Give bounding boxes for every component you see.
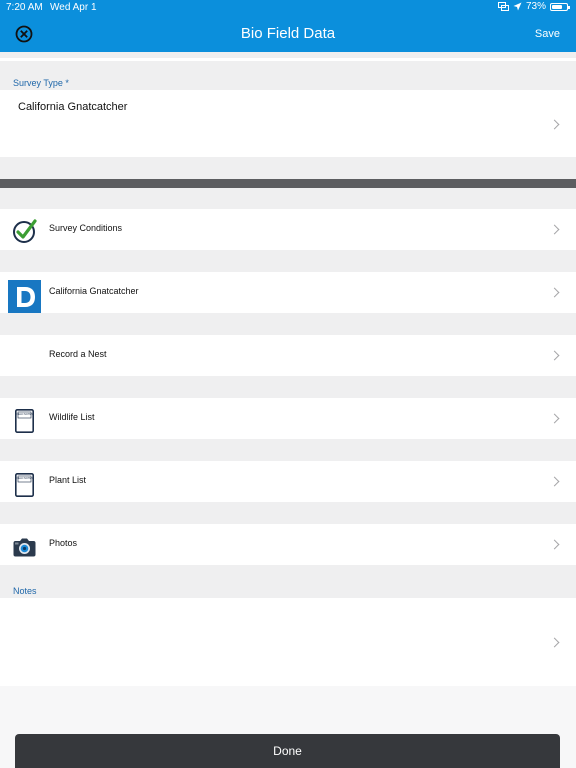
chevron-right-icon — [549, 119, 560, 130]
row-wildlife-list[interactable]: FIELD NOTES Wildlife List — [0, 398, 576, 439]
notes-label: Notes — [13, 586, 37, 596]
notes-field[interactable] — [0, 598, 576, 686]
nav-bar: Bio Field Data Save — [0, 15, 576, 52]
field-notes-text: FIELD NOTES — [16, 412, 33, 416]
row-california-gnatcatcher[interactable]: California Gnatcatcher — [0, 272, 576, 313]
row-label: Survey Conditions — [49, 223, 123, 233]
section-divider — [0, 179, 576, 188]
chevron-right-icon — [549, 637, 560, 648]
chevron-right-icon — [549, 350, 560, 361]
status-right: 73% — [497, 1, 570, 12]
battery-percent: 73% — [525, 1, 546, 12]
status-bar: 7:20 AM Wed Apr 1 73% — [0, 0, 576, 15]
row-record-a-nest[interactable]: Record a Nest — [0, 335, 576, 376]
row-label: Plant List — [49, 475, 87, 485]
save-button[interactable]: Save — [535, 28, 560, 40]
row-plant-list[interactable]: FIELD NOTES Plant List — [0, 461, 576, 502]
field-notes-icon: FIELD NOTES — [15, 473, 34, 497]
row-label: California Gnatcatcher — [49, 286, 139, 296]
location-arrow-icon — [513, 2, 522, 11]
row-photos[interactable]: Photos — [0, 524, 576, 565]
chevron-right-icon — [549, 287, 560, 298]
checkmark-icon — [13, 219, 37, 243]
row-survey-conditions[interactable]: Survey Conditions — [0, 209, 576, 250]
status-date: Wed Apr 1 — [50, 2, 97, 13]
battery-icon — [550, 2, 570, 11]
chevron-right-icon — [549, 476, 560, 487]
row-label: Record a Nest — [49, 349, 107, 359]
screen-mirroring-icon — [497, 2, 509, 11]
camera-icon — [13, 538, 36, 557]
survey-type-label: Survey Type * — [13, 78, 69, 88]
survey-type-field[interactable]: California Gnatcatcher — [0, 90, 576, 157]
done-button[interactable]: Done — [15, 734, 560, 768]
chevron-right-icon — [549, 539, 560, 550]
field-notes-icon: FIELD NOTES — [15, 409, 34, 433]
field-notes-text: FIELD NOTES — [16, 476, 33, 480]
top-strip — [0, 58, 576, 61]
chevron-right-icon — [549, 224, 560, 235]
status-time: 7:20 AM — [6, 2, 43, 13]
row-label: Wildlife List — [49, 412, 95, 422]
d-logo-icon — [8, 280, 41, 313]
page-title: Bio Field Data — [240, 25, 336, 42]
row-label: Photos — [49, 538, 78, 548]
chevron-right-icon — [549, 413, 560, 424]
survey-type-value: California Gnatcatcher — [18, 101, 128, 113]
